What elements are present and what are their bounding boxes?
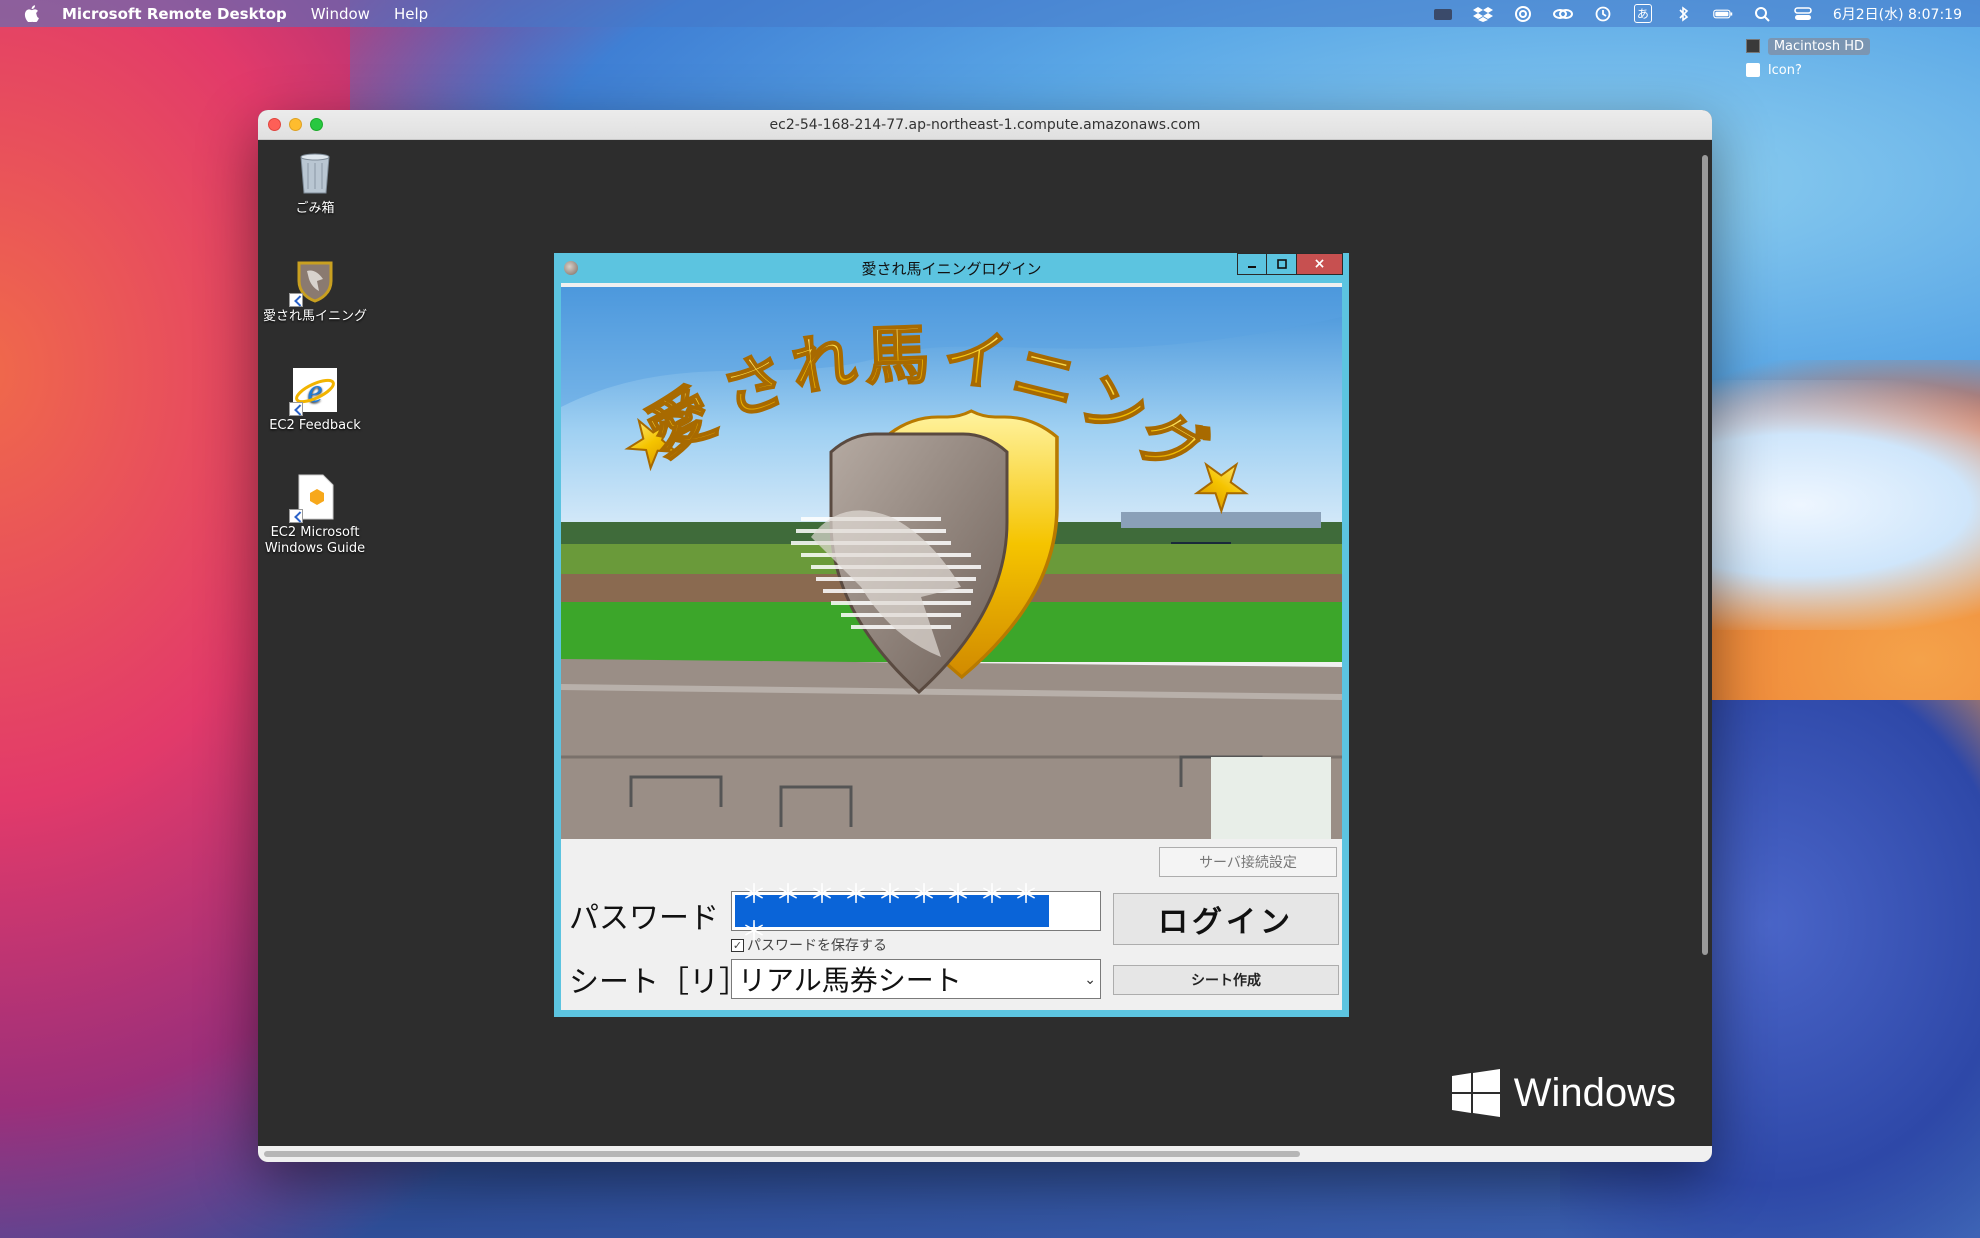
horizontal-scrollbar[interactable]: [258, 1146, 1712, 1162]
hard-drive-icon: [1745, 39, 1760, 53]
windows-flag-icon: [1451, 1069, 1500, 1117]
sheet-select[interactable]: リアル馬券シート ⌄: [731, 959, 1101, 999]
menu-app-name[interactable]: Microsoft Remote Desktop: [62, 5, 287, 23]
menu-extras: あ 6月2日(水) 8:07:19: [1433, 0, 1962, 27]
input-method-icon[interactable]: あ: [1633, 4, 1653, 23]
dialog-titlebar[interactable]: 愛され馬イニングログイン ×: [554, 253, 1349, 283]
apple-icon[interactable]: [22, 5, 40, 23]
windows-desktop[interactable]: ごみ箱 愛され馬イニング e EC2 Feedback EC2 Microsof…: [258, 141, 1696, 1145]
password-label: パスワード: [569, 901, 719, 936]
server-settings-button[interactable]: サーバ接続設定: [1159, 847, 1337, 877]
keyboard-viewer-icon[interactable]: [1433, 5, 1453, 23]
minimize-window-button[interactable]: [289, 118, 302, 131]
chevron-down-icon[interactable]: ⌄: [1084, 972, 1096, 988]
window-titlebar[interactable]: ec2-54-168-214-77.ap-northeast-1.compute…: [258, 110, 1712, 140]
desktop-icon-recycle-bin[interactable]: ごみ箱: [260, 149, 370, 217]
banner-image: ★ 愛 さ れ 馬 イ ニ ン グ ★: [561, 287, 1342, 839]
app-icon[interactable]: [564, 261, 578, 275]
close-window-button[interactable]: [268, 118, 281, 131]
desktop-icon-label: 愛され馬イニング: [262, 309, 367, 324]
desktop-icon-label: EC2 Microsoft Windows Guide: [264, 525, 366, 556]
desktop-icon-label: ごみ箱: [295, 201, 335, 216]
remote-desktop-window: ec2-54-168-214-77.ap-northeast-1.compute…: [258, 110, 1712, 1162]
sheet-selected-value: リアル馬券シート: [738, 964, 962, 997]
mac-desktop-items: Macintosh HD Icon?: [1745, 34, 1870, 82]
macintosh-hd[interactable]: Macintosh HD: [1745, 34, 1870, 58]
windows-logo: Windows: [1451, 1069, 1676, 1117]
desktop-icon-app[interactable]: 愛され馬イニング: [260, 257, 370, 325]
battery-icon[interactable]: [1713, 5, 1733, 23]
time-machine-icon[interactable]: [1593, 5, 1613, 23]
recycle-bin-icon: [291, 149, 339, 197]
checkbox-checked-icon[interactable]: ✓: [731, 938, 744, 952]
menu-clock[interactable]: 6月2日(水) 8:07:19: [1833, 4, 1962, 24]
login-dialog: 愛され馬イニングログイン × ★ 愛 さ れ 馬 イ ニ ン グ ★ サーバ接続…: [554, 253, 1349, 1017]
internet-explorer-icon: e: [289, 366, 339, 416]
desktop-icon-label: EC2 Feedback: [269, 418, 361, 433]
svg-text:馬: 馬: [864, 319, 931, 395]
close-button[interactable]: ×: [1297, 253, 1343, 275]
traffic-lights: [268, 118, 323, 131]
window-title: ec2-54-168-214-77.ap-northeast-1.compute…: [769, 116, 1201, 133]
menu-bar: Microsoft Remote Desktop Window Help あ 6…: [0, 0, 1980, 27]
create-sheet-button[interactable]: シート作成: [1113, 965, 1339, 995]
save-password-label: パスワードを保存する: [747, 938, 887, 954]
zoom-window-button[interactable]: [310, 118, 323, 131]
svg-text:れ: れ: [786, 323, 862, 407]
document-icon: [1745, 63, 1760, 77]
menu-window[interactable]: Window: [311, 5, 370, 23]
login-button[interactable]: ログイン: [1113, 893, 1339, 945]
svg-text:e: e: [307, 373, 322, 410]
horse-app-icon: [289, 257, 339, 307]
spotlight-search-icon[interactable]: [1753, 5, 1773, 23]
save-password-checkbox[interactable]: ✓ パスワードを保存する: [731, 935, 887, 955]
dialog-title: 愛され馬イニングログイン: [861, 259, 1042, 278]
vertical-scrollbar[interactable]: [1700, 145, 1710, 1145]
document-link-icon: [289, 473, 339, 523]
maximize-icon: [1276, 259, 1287, 269]
desktop-icon-ec2-feedback[interactable]: e EC2 Feedback: [260, 366, 370, 434]
icon-file[interactable]: Icon?: [1745, 58, 1870, 82]
close-icon: ×: [1313, 256, 1326, 272]
minimize-button[interactable]: [1237, 253, 1267, 275]
password-field[interactable]: ＊＊＊＊＊＊＊＊＊＊: [731, 880, 1101, 947]
svg-text:イ: イ: [939, 321, 1010, 401]
minimize-icon: [1248, 266, 1256, 268]
creative-cloud-icon[interactable]: [1513, 5, 1533, 23]
bluetooth-icon[interactable]: [1673, 5, 1693, 23]
menu-help[interactable]: Help: [394, 5, 428, 23]
control-center-icon[interactable]: [1793, 5, 1813, 23]
window-buttons: ×: [1237, 253, 1343, 275]
link-icon[interactable]: [1552, 5, 1573, 23]
maximize-button[interactable]: [1267, 253, 1297, 275]
dropbox-icon[interactable]: [1472, 5, 1493, 23]
desktop-icon-ec2-guide[interactable]: EC2 Microsoft Windows Guide: [260, 473, 370, 557]
password-value: ＊＊＊＊＊＊＊＊＊＊: [735, 880, 1049, 947]
sheet-label: シート［リ］: [569, 965, 749, 1000]
